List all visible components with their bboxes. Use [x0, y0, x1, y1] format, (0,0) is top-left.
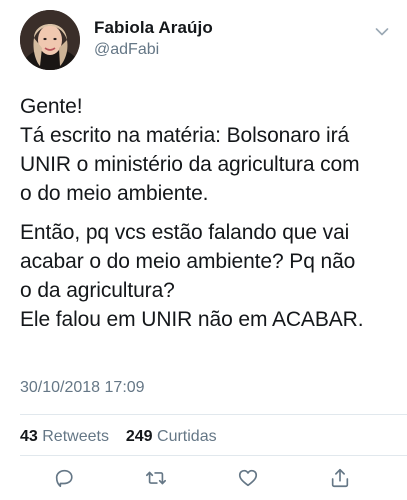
tweet-text-line: acabar o do meio ambiente? Pq não: [20, 250, 356, 273]
tweet-text-line: o do meio ambiente.: [20, 182, 209, 205]
author-handle[interactable]: @adFabi: [94, 41, 159, 59]
reply-icon: [55, 469, 73, 488]
tweet-actions: [0, 466, 407, 494]
tweet-timestamp[interactable]: 30/10/2018 17:09: [20, 379, 145, 397]
tweet-paragraph: Gente! Tá escrito na matéria: Bolsonaro …: [20, 92, 395, 208]
likes-stat[interactable]: 249 Curtidas: [126, 428, 217, 445]
tweet-text-line: Ele falou em UNIR não em ACABAR.: [20, 308, 364, 331]
tweet-text-line: UNIR o ministério da agricultura com: [20, 153, 360, 176]
tweet-text-line: Gente!: [20, 95, 83, 118]
retweets-stat[interactable]: 43 Retweets: [20, 428, 113, 445]
retweet-icon: [146, 471, 166, 485]
tweet-stats: 43 Retweets 249 Curtidas: [20, 428, 217, 446]
tweet-text-line: Então, pq vcs estão falando que vai: [20, 221, 350, 244]
tweet-text-line: o da agricultura?: [20, 279, 175, 302]
likes-label: Curtidas: [157, 428, 217, 445]
divider: [20, 455, 407, 456]
retweets-label: Retweets: [42, 428, 109, 445]
heart-icon: [238, 469, 258, 487]
divider: [20, 414, 407, 415]
tweet-paragraph: Então, pq vcs estão falando que vai acab…: [20, 218, 395, 334]
chevron-down-icon[interactable]: [375, 24, 389, 36]
avatar[interactable]: [20, 10, 80, 70]
reply-button[interactable]: [52, 466, 76, 490]
like-button[interactable]: [236, 466, 260, 490]
share-button[interactable]: [328, 466, 352, 490]
likes-count: 249: [125, 428, 153, 445]
retweet-button[interactable]: [144, 466, 168, 490]
tweet-text: Gente! Tá escrito na matéria: Bolsonaro …: [20, 92, 395, 334]
retweets-count: 43: [20, 428, 38, 445]
tweet-card: Fabiola Araújo @adFabi Gente! Tá escrito…: [0, 0, 407, 500]
tweet-text-line: Tá escrito na matéria: Bolsonaro irá: [20, 124, 350, 147]
share-icon: [331, 468, 349, 488]
author-name[interactable]: Fabiola Araújo: [94, 18, 213, 38]
